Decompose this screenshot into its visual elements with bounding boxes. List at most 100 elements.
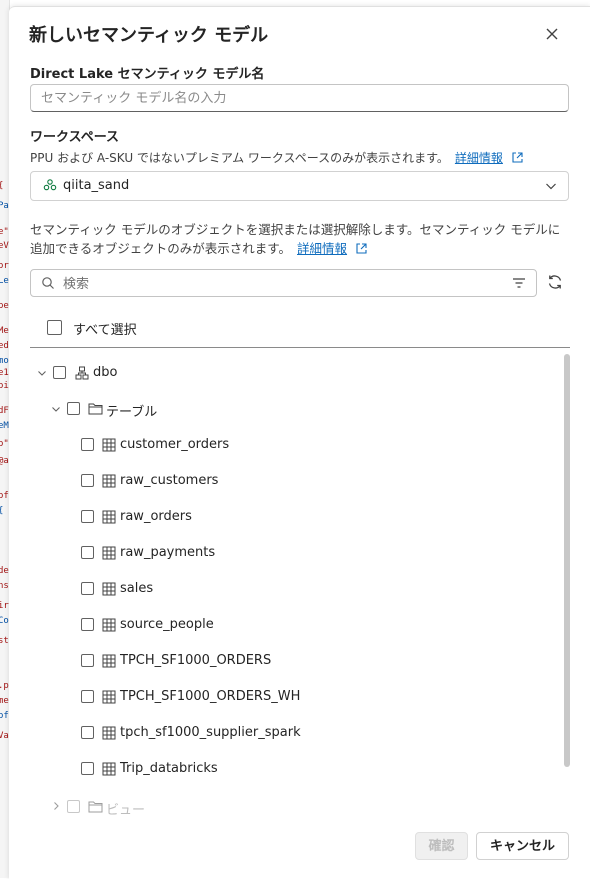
background-code-fragment: me [0, 696, 9, 706]
schema-label: dbo [93, 365, 118, 380]
table-icon [102, 582, 116, 596]
close-button[interactable] [540, 22, 564, 46]
background-code-fragment: ir [0, 601, 9, 611]
table-icon [102, 654, 116, 668]
background-code-fragment: of [0, 711, 9, 721]
workspace-learn-more-link[interactable]: 詳細情報 [455, 151, 503, 165]
table-icon [102, 474, 116, 488]
model-name-field-wrapper [30, 84, 569, 112]
table-row-label[interactable]: raw_payments [120, 545, 215, 560]
background-code-fragment: eV [0, 241, 9, 251]
background-code-fragment: Co [0, 616, 9, 626]
model-name-label: Direct Lake セマンティック モデル名 [30, 67, 265, 82]
background-code-fragment: eM [0, 421, 9, 431]
confirm-button[interactable]: 確認 [415, 832, 468, 860]
background-code-fragment: e" [0, 227, 9, 237]
background-code-fragment: e1 [0, 368, 9, 378]
tables-folder-label: テーブル [106, 405, 158, 420]
views-folder-checkbox[interactable] [67, 800, 80, 813]
model-name-input[interactable] [31, 85, 568, 111]
table-row-label[interactable]: tpch_sf1000_supplier_spark [120, 725, 301, 740]
new-semantic-model-dialog: 新しいセマンティック モデル Direct Lake セマンティック モデル名 … [9, 6, 590, 879]
select-all-label: すべて選択 [73, 323, 137, 338]
table-icon [102, 510, 116, 524]
search-input[interactable] [61, 270, 505, 298]
header-divider [30, 347, 570, 348]
cancel-button[interactable]: キャンセル [476, 832, 569, 860]
background-code-fragment: { [0, 505, 3, 517]
chevron-down-icon[interactable] [51, 404, 61, 414]
table-checkbox[interactable] [81, 762, 94, 775]
table-row-label[interactable]: customer_orders [120, 437, 229, 452]
schema-icon [75, 366, 89, 380]
views-folder-label: ビュー [106, 803, 146, 818]
workspace-icon [43, 178, 57, 192]
table-row-label[interactable]: TPCH_SF1000_ORDERS [120, 653, 271, 668]
external-link-icon[interactable] [511, 151, 524, 164]
search-icon [41, 276, 55, 290]
background-code-fragment: Pa [0, 201, 9, 211]
external-link-icon[interactable] [355, 242, 368, 255]
table-row-label[interactable]: source_people [120, 617, 214, 632]
chevron-down-icon [545, 180, 557, 192]
background-code-fragment: o" [0, 439, 9, 449]
background-code-fragment: ed [0, 341, 9, 351]
table-icon [102, 438, 116, 452]
table-row-label[interactable]: sales [120, 581, 153, 596]
select-all-checkbox[interactable] [47, 320, 62, 335]
table-icon [102, 762, 116, 776]
table-checkbox[interactable] [81, 438, 94, 451]
table-row-label[interactable]: TPCH_SF1000_ORDERS_WH [120, 689, 300, 704]
background-code-fragment: of [0, 491, 9, 501]
objects-learn-more-link[interactable]: 詳細情報 [297, 241, 347, 256]
folder-icon [88, 800, 103, 813]
objects-description-line1: セマンティック モデルのオブジェクトを選択または選択解除します。セマンティック … [30, 222, 561, 237]
background-code-fragment: st [0, 636, 9, 646]
objects-description-line2: 追加できるオブジェクトのみが表示されます。 詳細情報 [30, 238, 368, 257]
background-code-fragment: oi [0, 381, 9, 391]
chevron-down-icon[interactable] [37, 368, 47, 378]
background-code-fragment: .p [0, 681, 9, 691]
table-row-label[interactable]: Trip_databricks [120, 761, 218, 776]
table-icon [102, 618, 116, 632]
tree-scrollbar[interactable] [564, 354, 570, 767]
background-code-fragment: pe [0, 301, 9, 311]
background-code-fragment: @a [0, 456, 9, 466]
table-icon [102, 726, 116, 740]
tables-folder-checkbox[interactable] [67, 402, 80, 415]
background-code-fragment: Le [0, 276, 9, 286]
table-checkbox[interactable] [81, 618, 94, 631]
table-checkbox[interactable] [81, 582, 94, 595]
table-icon [102, 546, 116, 560]
search-box [30, 269, 537, 298]
refresh-icon[interactable] [546, 273, 564, 291]
chevron-right-icon[interactable] [51, 801, 61, 811]
background-code-fragment: Va [0, 731, 9, 741]
dialog-title: 新しいセマンティック モデル [29, 25, 269, 46]
workspace-description: PPU および A-SKU ではないプレミアム ワークスペースのみが表示されます… [30, 149, 524, 166]
close-icon [546, 28, 558, 40]
table-checkbox[interactable] [81, 510, 94, 523]
background-code-fragment: de [0, 566, 9, 576]
workspace-selected-value: qiita_sand [63, 178, 130, 193]
schema-checkbox[interactable] [53, 366, 66, 379]
folder-icon [88, 402, 103, 415]
background-code-fragment: or [0, 261, 9, 271]
table-checkbox[interactable] [81, 726, 94, 739]
workspace-label: ワークスペース [30, 130, 120, 145]
background-code-fragment: mo [0, 356, 9, 366]
workspace-dropdown[interactable]: qiita_sand [30, 171, 569, 201]
background-code-fragment: dF [0, 406, 9, 416]
table-row-label[interactable]: raw_customers [120, 473, 218, 488]
workspace-description-text: PPU および A-SKU ではないプレミアム ワークスペースのみが表示されます… [30, 151, 449, 165]
table-checkbox[interactable] [81, 474, 94, 487]
table-row-label[interactable]: raw_orders [120, 509, 192, 524]
table-icon [102, 690, 116, 704]
table-checkbox[interactable] [81, 690, 94, 703]
filter-icon[interactable] [512, 276, 526, 290]
background-code-fragment: ns [0, 581, 9, 591]
objects-description-text: 追加できるオブジェクトのみが表示されます。 [30, 241, 292, 256]
table-checkbox[interactable] [81, 546, 94, 559]
background-code-fragment: Me [0, 326, 9, 336]
table-checkbox[interactable] [81, 654, 94, 667]
